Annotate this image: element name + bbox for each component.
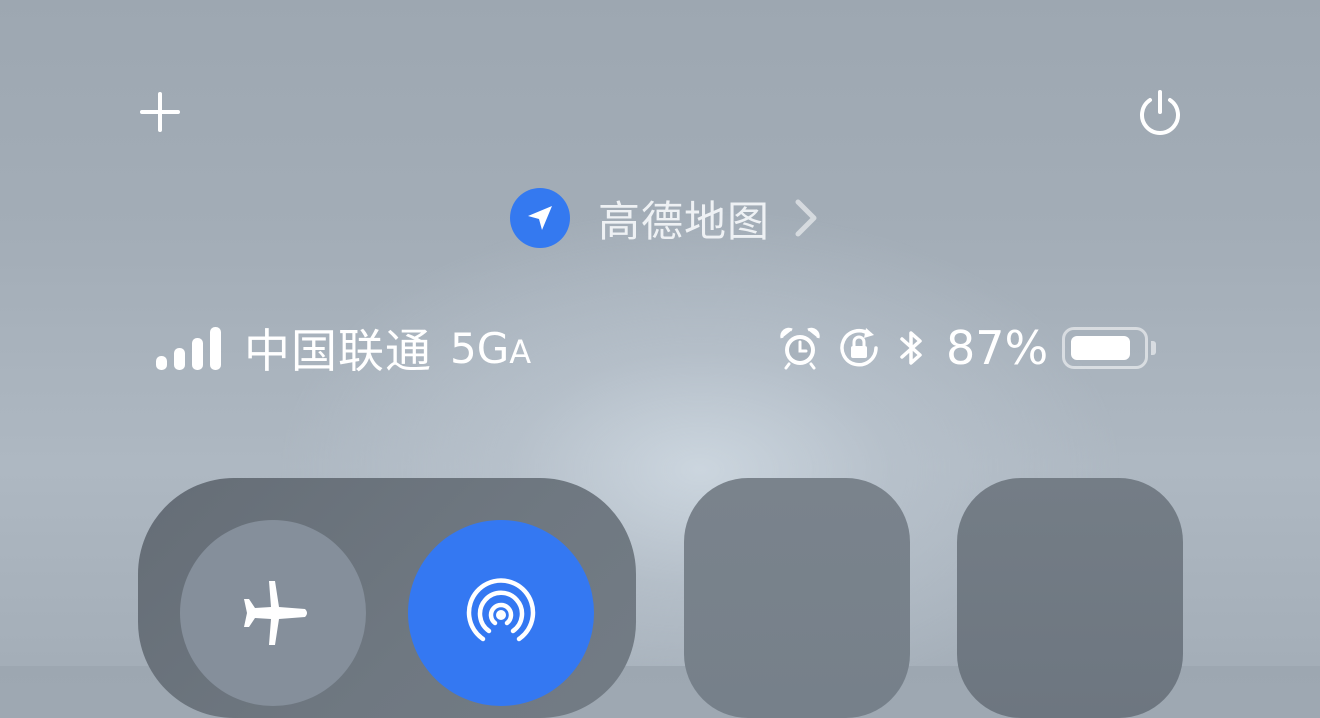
airplane-mode-toggle[interactable] xyxy=(180,520,366,706)
carrier-name: 中国联通 xyxy=(244,324,432,378)
control-tile[interactable] xyxy=(957,478,1183,718)
airplane-icon xyxy=(244,581,307,645)
alarm-icon xyxy=(780,327,820,370)
bluetooth-icon xyxy=(900,331,922,365)
battery-tip xyxy=(1151,341,1157,355)
status-bar-left: 中国联通 5GA xyxy=(156,318,531,378)
location-arrow-icon xyxy=(528,206,552,230)
airdrop-toggle[interactable] xyxy=(408,520,594,706)
airdrop-icon xyxy=(466,578,536,642)
cellular-signal-icon xyxy=(156,326,228,370)
rotation-lock-icon xyxy=(840,328,878,367)
battery-percentage: 87% xyxy=(946,321,1049,375)
battery-icon xyxy=(1062,327,1149,369)
battery-level xyxy=(1071,336,1131,360)
power-icon xyxy=(1140,90,1180,135)
location-badge xyxy=(510,188,570,248)
status-bar-right: 87% xyxy=(778,318,1157,378)
chevron-right-icon xyxy=(795,199,817,237)
network-type: 5GA xyxy=(450,323,532,373)
location-indicator[interactable]: 高德地图 xyxy=(510,188,820,248)
control-tile[interactable] xyxy=(684,478,910,718)
plus-icon xyxy=(140,92,180,132)
power-button[interactable] xyxy=(1132,86,1188,142)
add-button[interactable] xyxy=(136,88,184,136)
location-app-name: 高德地图 xyxy=(598,196,771,246)
